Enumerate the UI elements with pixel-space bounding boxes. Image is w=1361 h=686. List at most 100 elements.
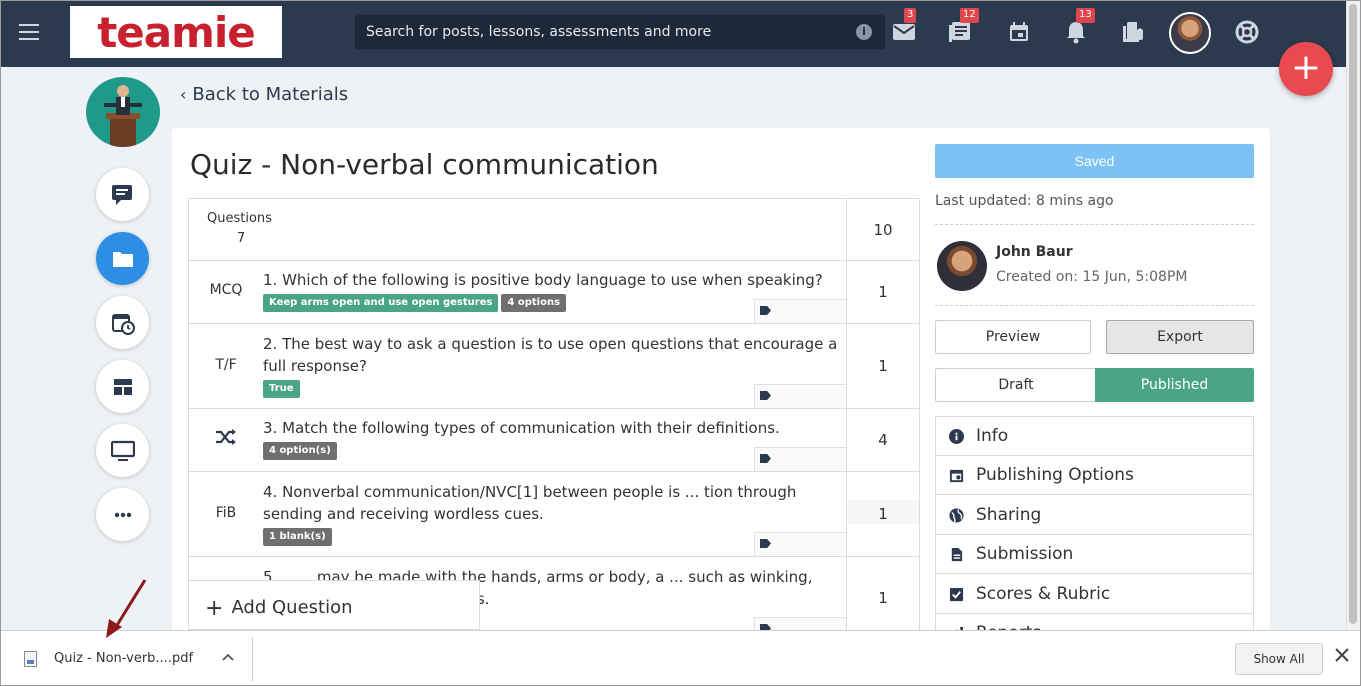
table-row[interactable]: FiB 4. Nonverbal communication/NVC[1] be… xyxy=(189,472,919,557)
tag-icon xyxy=(760,391,771,400)
table-row[interactable]: MCQ 1. Which of the following is positiv… xyxy=(189,261,919,324)
teamie-logo[interactable]: teamie xyxy=(70,6,282,58)
presentation-nav-button[interactable] xyxy=(96,424,149,477)
question-text: 1. Which of the following is positive bo… xyxy=(263,271,823,289)
divider xyxy=(935,305,1254,306)
question-score[interactable]: 1 xyxy=(846,472,919,556)
info-circle-icon xyxy=(949,429,964,444)
schedule-nav-button[interactable] xyxy=(96,296,149,349)
menu-item-submission[interactable]: Submission xyxy=(936,535,1253,574)
total-score: 10 xyxy=(846,199,919,260)
plus-icon: + xyxy=(205,596,224,621)
question-score: 1 xyxy=(846,324,919,408)
question-type: MCQ xyxy=(209,282,243,298)
tag-field[interactable] xyxy=(754,299,846,323)
options-chip: 4 options xyxy=(501,293,567,312)
dashboard-nav-button[interactable] xyxy=(96,360,149,413)
info-icon[interactable]: i xyxy=(856,24,872,40)
question-type: FiB xyxy=(215,505,237,521)
table-row[interactable]: 3. Match the following types of communic… xyxy=(189,409,919,472)
chevron-left-icon: ‹ xyxy=(180,85,187,104)
tag-field[interactable] xyxy=(754,384,846,408)
last-updated-text: Last updated: 8 mins ago xyxy=(935,193,1114,209)
notifications-badge: 13 xyxy=(1076,8,1095,23)
library-icon[interactable] xyxy=(1120,20,1146,44)
published-toggle[interactable]: Published xyxy=(1095,368,1254,402)
posts-icon[interactable]: 12 xyxy=(947,8,979,44)
posts-badge: 12 xyxy=(960,8,979,23)
page-scrollbar-thumb[interactable] xyxy=(1349,4,1357,624)
questions-label: Questions xyxy=(207,211,272,226)
questions-header-row: Questions 7 10 xyxy=(189,199,919,261)
table-row[interactable]: T/F 2. The best way to ask a question is… xyxy=(189,324,919,409)
hamburger-menu-icon[interactable] xyxy=(19,24,39,40)
created-on-text: Created on: 15 Jun, 5:08PM xyxy=(996,269,1188,285)
user-avatar[interactable] xyxy=(1169,12,1211,54)
monitor-icon xyxy=(110,440,135,461)
question-text: 4. Nonverbal communication/NVC[1] betwee… xyxy=(263,483,797,523)
menu-item-label: Publishing Options xyxy=(976,465,1134,485)
calendar-icon[interactable] xyxy=(1006,20,1032,44)
document-icon xyxy=(951,547,963,562)
discussion-nav-button[interactable] xyxy=(96,168,149,221)
author-name: John Baur xyxy=(996,244,1073,260)
classroom-avatar[interactable] xyxy=(86,77,160,147)
notifications-bell-icon[interactable]: 13 xyxy=(1063,8,1095,44)
materials-nav-button[interactable] xyxy=(96,232,149,285)
more-dots-icon xyxy=(114,512,131,517)
divider xyxy=(252,637,253,681)
pdf-file-icon xyxy=(24,651,37,667)
export-button[interactable]: Export xyxy=(1106,320,1254,354)
logo-text: teamie xyxy=(97,7,256,57)
draft-toggle[interactable]: Draft xyxy=(935,368,1096,402)
blanks-chip: 1 blank(s) xyxy=(263,527,332,546)
messages-icon[interactable]: 3 xyxy=(891,8,917,44)
add-fab-button[interactable]: + xyxy=(1279,42,1333,96)
globe-icon xyxy=(949,508,964,523)
question-text: 2. The best way to ask a question is to … xyxy=(263,335,838,375)
add-question-button[interactable]: + Add Question xyxy=(188,580,480,630)
more-nav-button[interactable] xyxy=(96,488,149,541)
show-all-button[interactable]: Show All xyxy=(1235,643,1323,675)
question-text: 3. Match the following types of communic… xyxy=(263,419,780,437)
questions-count: 7 xyxy=(237,231,246,246)
messages-badge: 3 xyxy=(904,8,917,23)
calendar-icon xyxy=(949,469,964,483)
settings-menu: Info Publishing Options Sharing Submissi… xyxy=(935,416,1254,638)
help-lifebuoy-icon[interactable] xyxy=(1234,20,1260,44)
page-title: Quiz - Non-verbal communication xyxy=(190,148,659,181)
menu-item-label: Submission xyxy=(976,544,1074,564)
tag-field[interactable] xyxy=(754,447,846,471)
download-file-name[interactable]: Quiz - Non-verb....pdf xyxy=(54,651,193,666)
close-icon[interactable] xyxy=(1333,648,1351,666)
chevron-up-icon[interactable] xyxy=(220,649,236,665)
folder-icon xyxy=(112,251,133,267)
menu-item-info[interactable]: Info xyxy=(936,417,1253,456)
tag-field[interactable] xyxy=(754,532,846,556)
search-box xyxy=(355,15,885,49)
answer-chip: True xyxy=(263,379,300,398)
answer-chip: Keep arms open and use open gestures xyxy=(263,293,499,312)
checkbox-icon xyxy=(949,587,964,602)
back-to-materials-link[interactable]: ‹ Back to Materials xyxy=(180,84,348,105)
dashboard-icon xyxy=(113,378,132,395)
back-link-label: Back to Materials xyxy=(192,84,349,105)
options-chip: 4 option(s) xyxy=(263,441,337,460)
menu-item-sharing[interactable]: Sharing xyxy=(936,496,1253,535)
search-input[interactable] xyxy=(355,15,845,49)
annotation-arrow-icon xyxy=(106,579,147,638)
tag-icon xyxy=(760,306,771,315)
menu-item-scores-rubric[interactable]: Scores & Rubric xyxy=(936,575,1253,614)
tag-icon xyxy=(760,454,771,463)
menu-item-label: Scores & Rubric xyxy=(976,584,1111,604)
saved-button[interactable]: Saved xyxy=(935,144,1254,178)
shuffle-icon xyxy=(189,429,263,449)
add-question-label: Add Question xyxy=(231,597,353,618)
question-score: 1 xyxy=(846,557,919,637)
menu-item-label: Info xyxy=(976,426,1009,446)
menu-item-publishing-options[interactable]: Publishing Options xyxy=(936,456,1253,495)
calendar-clock-icon xyxy=(111,313,135,335)
preview-button[interactable]: Preview xyxy=(935,320,1091,354)
tag-icon xyxy=(760,539,771,548)
question-type: T/F xyxy=(215,357,237,373)
